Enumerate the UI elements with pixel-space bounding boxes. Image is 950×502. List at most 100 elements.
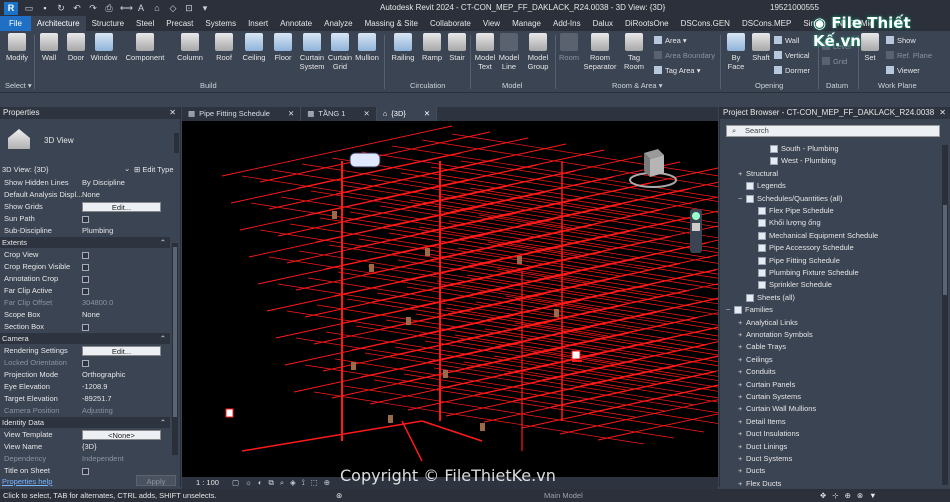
wall-button[interactable]: Wall [38, 33, 60, 62]
expand-icon[interactable]: + [738, 354, 746, 366]
property-checkbox[interactable] [82, 276, 89, 283]
area-button[interactable]: Area ▾ [654, 36, 687, 45]
view-tab[interactable]: ⌂ {3D} ✕ [376, 107, 438, 121]
navigation-bar[interactable] [690, 209, 702, 253]
select-dropdown[interactable]: Select ▾ [5, 81, 32, 90]
tab-dalux[interactable]: Dalux [587, 16, 619, 31]
viewcube[interactable] [628, 147, 678, 188]
close-hidden-icon[interactable]: ⊡ [184, 3, 194, 13]
wall-opening-button[interactable]: Wall [774, 36, 799, 45]
measure-icon[interactable]: ⟷ [120, 3, 133, 13]
expand-icon[interactable]: + [738, 379, 746, 391]
browser-item[interactable]: + Curtain Wall Mullions [738, 403, 816, 415]
apply-button[interactable]: Apply [136, 475, 176, 486]
tab-view[interactable]: View [477, 16, 506, 31]
property-value[interactable]: -1208.9 [82, 381, 107, 393]
vertical-opening-button[interactable]: Vertical [774, 51, 810, 60]
tab-systems[interactable]: Systems [199, 16, 242, 31]
3d-view-icon[interactable]: ⌂ [152, 3, 162, 13]
property-value[interactable]: None [82, 309, 100, 321]
room-separator-button[interactable]: Room Separator [583, 33, 617, 71]
viewer-button[interactable]: Viewer [886, 66, 920, 75]
tab-structure[interactable]: Structure [86, 16, 130, 31]
expand-icon[interactable]: + [738, 341, 746, 353]
grid-button[interactable]: Grid [822, 57, 847, 66]
browser-item[interactable]: + Structural [738, 168, 778, 180]
collapse-icon[interactable]: − [726, 304, 734, 316]
property-value[interactable]: Plumbing [82, 225, 113, 237]
door-button[interactable]: Door [64, 33, 88, 62]
save-icon[interactable]: ▪ [40, 3, 50, 13]
expand-icon[interactable]: + [738, 465, 746, 477]
property-value[interactable]: 304800.0 [82, 297, 113, 309]
expand-icon[interactable]: + [738, 403, 746, 415]
switch-windows-icon[interactable]: ▾ [200, 3, 210, 13]
property-checkbox[interactable] [82, 360, 89, 367]
type-selector[interactable]: 3D View: {3D} [2, 165, 49, 174]
browser-item[interactable]: Sheets (all) [738, 292, 795, 304]
browser-item[interactable]: + Analytical Links [738, 317, 798, 329]
window-button[interactable]: Window [90, 33, 118, 62]
chevron-down-icon[interactable]: ⌄ [124, 164, 130, 173]
browser-scrollbar[interactable] [942, 145, 948, 485]
browser-item[interactable]: − Families [726, 304, 773, 316]
tab-dirootsone[interactable]: DiRootsOne [619, 16, 675, 31]
browser-item[interactable]: South - Plumbing [762, 143, 839, 155]
collapse-icon[interactable]: ⌃ [160, 333, 166, 344]
property-checkbox[interactable] [82, 264, 89, 271]
collapse-icon[interactable]: ⌃ [160, 417, 166, 428]
expand-icon[interactable]: + [738, 428, 746, 440]
section-extents[interactable]: Extents ⌃ [0, 237, 170, 248]
close-icon[interactable]: ✕ [424, 107, 430, 121]
section-camera[interactable]: Camera ⌃ [0, 333, 170, 344]
expand-icon[interactable]: + [738, 317, 746, 329]
tag-room-button[interactable]: Tag Room [622, 33, 646, 71]
view-tab[interactable]: ▦ Pipe Fitting Schedule ✕ [182, 107, 302, 121]
property-value[interactable]: Adjusting [82, 405, 113, 417]
close-icon[interactable]: ✕ [939, 107, 946, 119]
room-button[interactable]: Room [558, 33, 580, 62]
close-icon[interactable]: ✕ [363, 107, 369, 121]
tab-steel[interactable]: Steel [130, 16, 160, 31]
tab-annotate[interactable]: Annotate [274, 16, 318, 31]
close-icon[interactable]: ✕ [169, 107, 176, 119]
section-identity[interactable]: Identity Data ⌃ [0, 417, 170, 428]
property-value[interactable]: By Discipline [82, 177, 125, 189]
property-checkbox[interactable] [82, 216, 89, 223]
browser-item[interactable]: Pipe Fitting Schedule [750, 255, 840, 267]
tab-dscons-mep[interactable]: DSCons.MEP [736, 16, 797, 31]
model-text-button[interactable]: Model Text [474, 33, 496, 71]
ramp-button[interactable]: Ramp [420, 33, 444, 62]
browser-item[interactable]: + Ceilings [738, 354, 773, 366]
expand-icon[interactable]: + [738, 366, 746, 378]
tab-dscons-gen[interactable]: DSCons.GEN [675, 16, 736, 31]
properties-help-link[interactable]: Properties help [2, 477, 52, 486]
railing-button[interactable]: Railing [390, 33, 416, 62]
property-value[interactable]: Independent [82, 453, 124, 465]
property-value[interactable]: None [82, 189, 100, 201]
expand-icon[interactable]: + [738, 478, 746, 490]
floor-button[interactable]: Floor [272, 33, 294, 62]
browser-search-input[interactable]: ⌕ Search [726, 125, 940, 137]
redo-icon[interactable]: ↷ [88, 3, 98, 13]
browser-item[interactable]: − Schedules/Quantities (all) [738, 193, 842, 205]
browser-item[interactable]: + Detail Items [738, 416, 786, 428]
tab-insert[interactable]: Insert [242, 16, 274, 31]
edit-type-button[interactable]: ⊞ Edit Type [134, 165, 174, 174]
tab-architecture[interactable]: Architecture [30, 16, 86, 31]
area-boundary-button[interactable]: Area Boundary [654, 51, 715, 60]
sync-icon[interactable]: ↻ [56, 3, 66, 13]
by-face-button[interactable]: By Face [724, 33, 748, 71]
browser-item[interactable]: + Duct Insulations [738, 428, 799, 440]
collapse-icon[interactable]: − [738, 193, 746, 205]
close-icon[interactable]: ✕ [288, 107, 294, 121]
selection-filter-icons[interactable]: ✥⊹⊕⊗▼ [820, 489, 883, 502]
view-control-icons[interactable]: ▢☼◐⧉⌕◈⟟⬚⊕ [232, 477, 336, 489]
model-group-button[interactable]: Model Group [524, 33, 552, 71]
shaft-button[interactable]: Shaft [750, 33, 772, 62]
active-model[interactable]: Main Model [544, 489, 583, 502]
property-checkbox[interactable] [82, 252, 89, 259]
property-checkbox[interactable] [82, 468, 89, 475]
property-checkbox[interactable] [82, 288, 89, 295]
view-scale[interactable]: 1 : 100 [196, 477, 219, 489]
